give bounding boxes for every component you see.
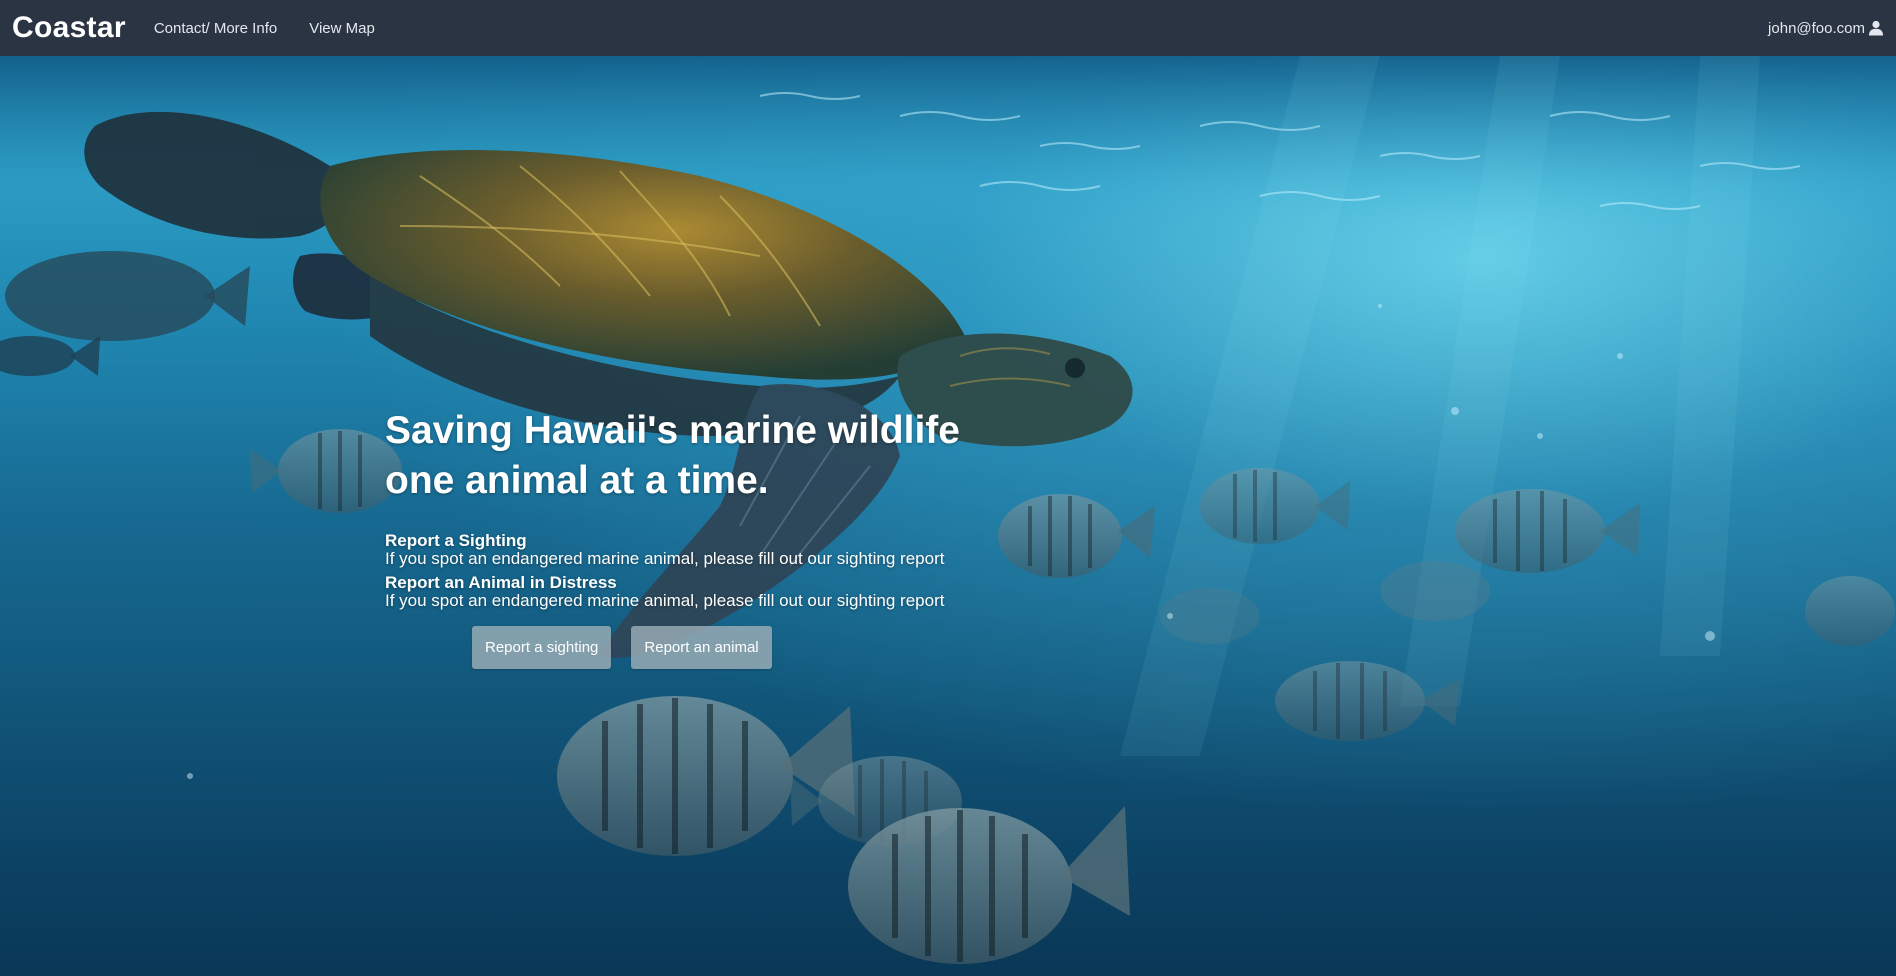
- report-animal-button[interactable]: Report an animal: [631, 626, 772, 669]
- report-sighting-description: If you spot an endangered marine animal,…: [385, 549, 945, 568]
- report-sighting-title: Report a Sighting: [385, 531, 527, 550]
- report-sighting-button[interactable]: Report a sighting: [472, 626, 612, 669]
- headline-line-1: Saving Hawaii's marine wildlife: [385, 409, 960, 452]
- user-icon: [1869, 20, 1883, 36]
- report-distress-title: Report an Animal in Distress: [385, 573, 617, 592]
- top-navbar: Coastar Contact/ More Info View Map john…: [0, 0, 1896, 56]
- user-email: john@foo.com: [1768, 19, 1865, 37]
- nav-link-view-map[interactable]: View Map: [309, 20, 375, 37]
- report-distress-description: If you spot an endangered marine animal,…: [385, 591, 945, 610]
- headline-line-2: one animal at a time.: [385, 459, 769, 502]
- hero-content: Saving Hawaii's marine wildlife one anim…: [385, 406, 1085, 669]
- brand-logo[interactable]: Coastar: [12, 11, 126, 45]
- hero-buttons: Report a sighting Report an animal: [472, 626, 1085, 669]
- hero-headline: Saving Hawaii's marine wildlife one anim…: [385, 406, 1085, 506]
- hero-section: Saving Hawaii's marine wildlife one anim…: [0, 56, 1896, 976]
- nav-link-contact[interactable]: Contact/ More Info: [154, 20, 277, 37]
- user-menu[interactable]: john@foo.com: [1768, 20, 1884, 37]
